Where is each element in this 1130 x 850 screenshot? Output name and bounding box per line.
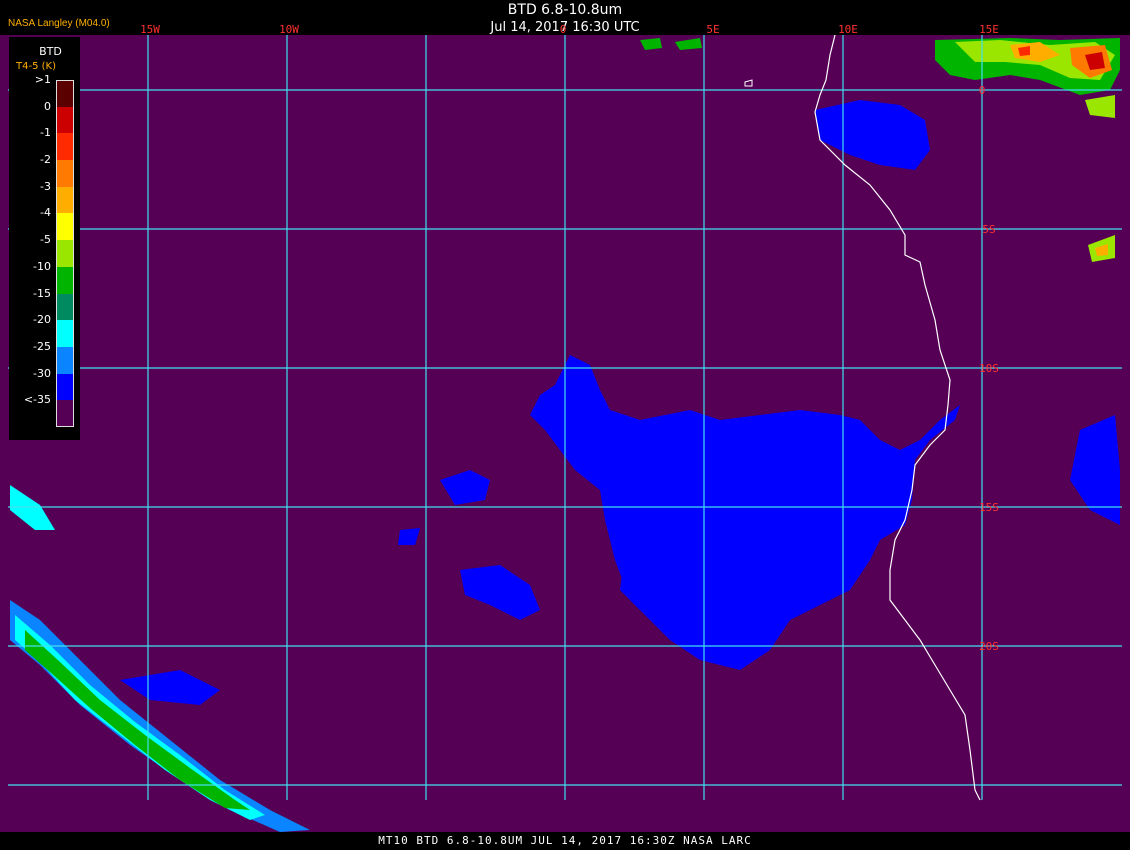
lat-label: 5S: [982, 223, 995, 236]
legend-label: -5: [40, 233, 51, 247]
lon-label: 10W: [279, 23, 299, 36]
legend-label: <-35: [23, 393, 51, 407]
map-labels-layer: 15W 10W 0 5E 10E 15E 0 5S 10S 15S 20S: [140, 23, 999, 653]
legend-label: -4: [40, 206, 51, 220]
legend-frame: [56, 80, 74, 427]
lon-label: 15E: [979, 23, 999, 36]
lon-label: 5E: [706, 23, 719, 36]
legend-title: BTD: [39, 45, 62, 58]
legend-label: -30: [33, 366, 51, 380]
legend-label: -10: [33, 259, 51, 273]
lat-label: 20S: [979, 640, 999, 653]
lon-label: 10E: [838, 23, 858, 36]
legend-label: -3: [40, 179, 51, 193]
legend-subtitle: T4-5 (K): [16, 61, 56, 72]
legend-label: -20: [33, 313, 51, 327]
legend-label: >1: [34, 73, 51, 86]
lat-label: 15S: [979, 501, 999, 514]
legend-label: -25: [33, 339, 51, 353]
color-legend: BTD T4-5 (K) >1 0 -1 -2 -3 -4 -5 -10 -15 -20 -25 -3…: [9, 37, 80, 440]
lon-label: 0: [560, 23, 567, 36]
lat-label: 0: [979, 84, 986, 97]
legend-label: -15: [33, 286, 51, 300]
legend-label: 0: [44, 99, 51, 113]
footer-caption: MT10 BTD 6.8-10.8UM JUL 14, 2017 16:30Z …: [378, 834, 752, 847]
legend-label: -2: [40, 153, 51, 167]
lon-label: 15W: [140, 23, 160, 36]
legend-label: -1: [40, 126, 51, 140]
lat-label: 10S: [979, 362, 999, 375]
